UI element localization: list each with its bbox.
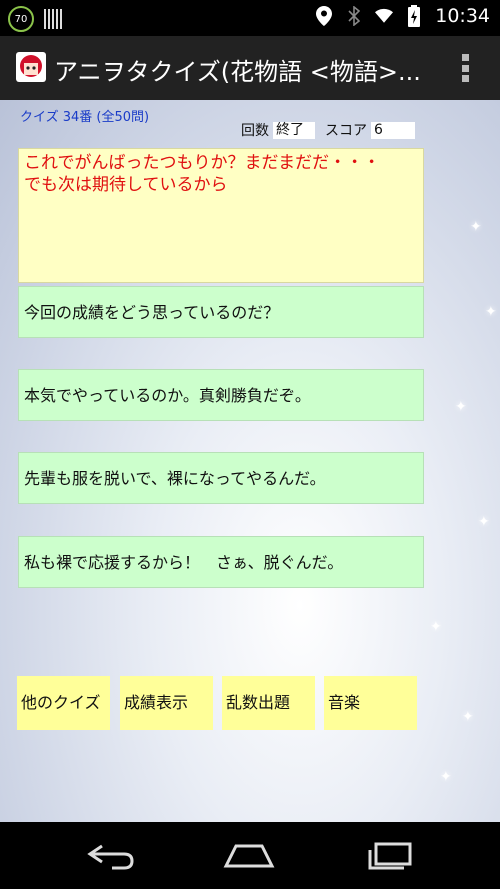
back-icon[interactable] <box>84 840 138 870</box>
round-label: 回数 <box>241 123 269 139</box>
answer-option-2[interactable]: 本気でやっているのか。真剣勝負だぞ。 <box>18 369 424 421</box>
battery-icon <box>405 5 423 27</box>
answer-option-4[interactable]: 私も裸で応援するから！ さぁ、脱ぐんだ。 <box>18 536 424 588</box>
barcode-icon <box>44 9 62 29</box>
bluetooth-icon <box>345 5 363 27</box>
sparkle-decoration: ✦ <box>478 514 490 530</box>
other-quiz-button[interactable]: 他のクイズ <box>17 676 110 730</box>
app-logo-icon <box>16 52 46 82</box>
clock-time: 10:34 <box>435 5 490 27</box>
status-bar: 70 10:34 <box>0 0 500 36</box>
score-value: 6 <box>371 121 415 139</box>
sparkle-decoration: ✦ <box>440 769 452 785</box>
sparkle-decoration: ✦ <box>470 219 482 235</box>
recent-apps-icon[interactable] <box>362 840 416 870</box>
round-value: 終了 <box>273 121 315 139</box>
location-icon <box>315 5 333 27</box>
quiz-number-label: クイズ 34番 (全50問) <box>20 110 150 125</box>
score-label: スコア <box>325 123 367 139</box>
music-button[interactable]: 音楽 <box>324 676 417 730</box>
home-icon[interactable] <box>222 840 276 870</box>
app-title: アニヲタクイズ(花物語 <物語>... <box>54 58 421 86</box>
wifi-icon <box>375 5 394 27</box>
action-bar: アニヲタクイズ(花物語 <物語>... <box>0 36 500 100</box>
question-line: でも次は期待しているから <box>24 175 228 195</box>
sparkle-decoration: ✦ <box>430 619 442 635</box>
question-line: これでがんばったつもりか？まだまだだ・・・ <box>24 153 381 173</box>
overflow-menu-icon[interactable] <box>462 54 470 82</box>
quiz-content: ✦ ✦ ✦ ✦ ✦ ✦ ✦ クイズ 34番 (全50問) 回数 終了 スコア 6… <box>0 100 500 822</box>
answer-option-1[interactable]: 今回の成績をどう思っているのだ？ <box>18 286 424 338</box>
sparkle-decoration: ✦ <box>455 399 467 415</box>
battery-level-badge: 70 <box>8 6 34 32</box>
round-score-info: 回数 終了 スコア 6 <box>241 120 415 140</box>
sparkle-decoration: ✦ <box>485 304 497 320</box>
random-question-button[interactable]: 乱数出題 <box>222 676 315 730</box>
navigation-bar <box>0 822 500 889</box>
question-box: これでがんばったつもりか？まだまだだ・・・ でも次は期待しているから <box>18 148 424 283</box>
answer-option-3[interactable]: 先輩も服を脱いで、裸になってやるんだ。 <box>18 452 424 504</box>
show-results-button[interactable]: 成績表示 <box>120 676 213 730</box>
sparkle-decoration: ✦ <box>462 709 474 725</box>
